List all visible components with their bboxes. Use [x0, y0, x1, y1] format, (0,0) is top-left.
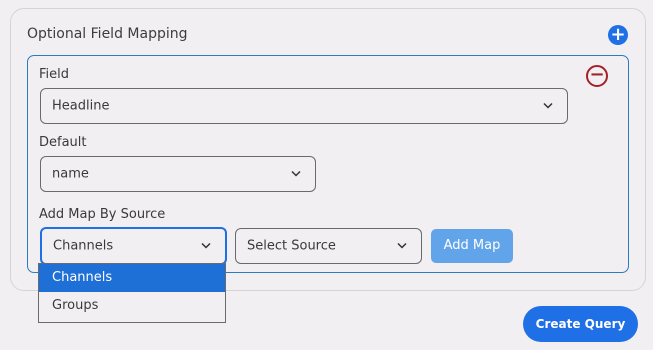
field-label: Field [39, 67, 70, 82]
source-type-select[interactable]: Channels [40, 227, 227, 265]
field-select[interactable]: Headline [40, 88, 568, 124]
default-select[interactable]: name [40, 156, 316, 192]
chevron-down-icon [291, 170, 301, 177]
field-select-value: Headline [52, 98, 110, 114]
chevron-down-icon [397, 242, 407, 249]
add-map-button[interactable]: Add Map [431, 229, 513, 263]
remove-mapping-icon[interactable]: − [586, 65, 608, 87]
source-select[interactable]: Select Source [235, 228, 422, 264]
dropdown-option-groups[interactable]: Groups [39, 292, 225, 320]
add-map-by-source-label: Add Map By Source [39, 207, 166, 222]
section-title: Optional Field Mapping [27, 26, 188, 42]
dropdown-option-channels[interactable]: Channels [39, 264, 225, 292]
default-select-value: name [52, 166, 89, 182]
source-type-select-value: Channels [53, 238, 114, 254]
optional-field-mapping-panel: Optional Field Mapping + − Field Headlin… [10, 8, 646, 291]
chevron-down-icon [543, 102, 553, 109]
source-select-value: Select Source [247, 238, 336, 254]
add-mapping-icon[interactable]: + [608, 25, 628, 45]
mapping-card: − Field Headline Default name Add Map By… [27, 55, 629, 273]
chevron-down-icon [201, 242, 211, 249]
default-label: Default [39, 135, 87, 150]
source-type-dropdown-menu: Channels Groups [38, 263, 226, 323]
create-query-button[interactable]: Create Query [523, 306, 638, 342]
